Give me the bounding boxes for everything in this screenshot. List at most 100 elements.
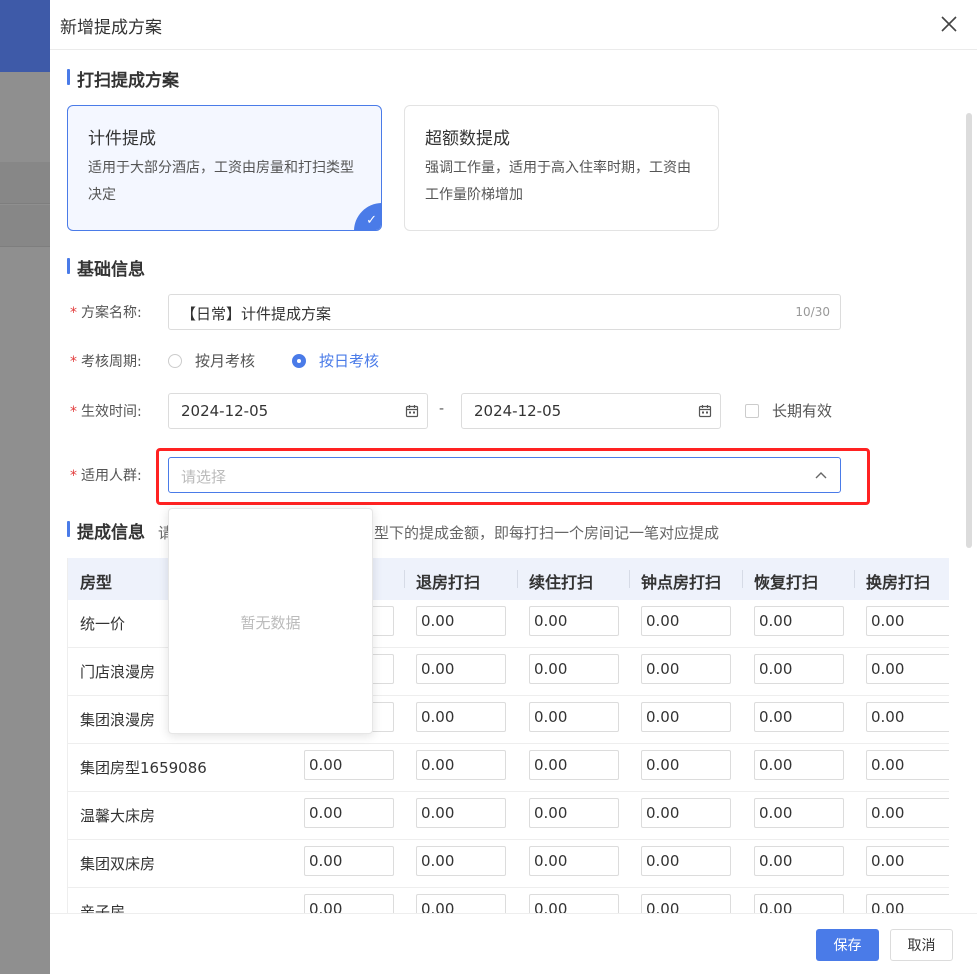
commission-input[interactable]: 0.00 bbox=[641, 894, 731, 913]
date-separator: - bbox=[439, 401, 445, 417]
crowd-select[interactable]: 请选择 bbox=[168, 457, 841, 493]
effective-time-label: * 生效时间: bbox=[70, 401, 142, 421]
start-date-input[interactable]: 2024-12-05 bbox=[168, 393, 428, 429]
commission-input[interactable]: 0.00 bbox=[866, 894, 949, 913]
commission-input[interactable]: 0.00 bbox=[641, 846, 731, 876]
commission-input[interactable]: 0.00 bbox=[641, 606, 731, 636]
save-button[interactable]: 保存 bbox=[816, 929, 879, 961]
commission-input[interactable]: 0.00 bbox=[641, 702, 731, 732]
commission-input[interactable]: 0.00 bbox=[529, 654, 619, 684]
commission-input[interactable]: 0.00 bbox=[866, 798, 949, 828]
commission-input[interactable]: 0.00 bbox=[866, 606, 949, 636]
header-stay-clean: 续住打扫 bbox=[529, 573, 594, 592]
room-type-name: 集团房型1659086 bbox=[80, 759, 207, 777]
commission-input[interactable]: 0.00 bbox=[754, 798, 844, 828]
commission-input[interactable]: 0.00 bbox=[416, 750, 506, 780]
required-mark: * bbox=[70, 404, 77, 420]
commission-input[interactable]: 0.00 bbox=[529, 894, 619, 913]
close-button[interactable] bbox=[939, 14, 959, 34]
commission-input[interactable]: 0.00 bbox=[641, 654, 731, 684]
commission-input[interactable]: 0.00 bbox=[416, 702, 506, 732]
period-radio-daily[interactable]: 按日考核 bbox=[292, 350, 379, 371]
plan-section-title: 打扫提成方案 bbox=[67, 66, 179, 91]
commission-input[interactable]: 0.00 bbox=[529, 702, 619, 732]
commission-input[interactable]: 0.00 bbox=[754, 846, 844, 876]
end-date-input[interactable]: 2024-12-05 bbox=[461, 393, 721, 429]
commission-input[interactable]: 0.00 bbox=[529, 606, 619, 636]
crowd-dropdown: 暂无数据 bbox=[168, 508, 373, 734]
commission-input[interactable]: 0.00 bbox=[866, 702, 949, 732]
header-divider bbox=[517, 570, 518, 588]
plan-name-input[interactable]: 【日常】计件提成方案 10/30 bbox=[168, 294, 841, 330]
plan-name-label-text: 方案名称: bbox=[81, 305, 142, 321]
commission-input[interactable]: 0.00 bbox=[866, 846, 949, 876]
commission-input[interactable]: 0.00 bbox=[754, 654, 844, 684]
plan-card-excess[interactable]: 超额数提成 强调工作量，适用于高入住率时期，工资由工作量阶梯增加 bbox=[404, 105, 719, 231]
commission-input[interactable]: 0.00 bbox=[754, 750, 844, 780]
commission-section-title: 提成信息 bbox=[67, 518, 145, 543]
commission-input[interactable]: 0.00 bbox=[754, 702, 844, 732]
required-mark: * bbox=[70, 354, 77, 370]
commission-input[interactable]: 0.00 bbox=[304, 750, 394, 780]
modal-title: 新增提成方案 bbox=[60, 18, 162, 38]
long-term-label: 长期有效 bbox=[772, 402, 833, 420]
header-room-type: 房型 bbox=[80, 573, 113, 592]
commission-input[interactable]: 0.00 bbox=[416, 654, 506, 684]
room-type-name: 门店浪漫房 bbox=[80, 663, 156, 681]
commission-input[interactable]: 0.00 bbox=[304, 894, 394, 913]
commission-input[interactable]: 0.00 bbox=[304, 846, 394, 876]
commission-input[interactable]: 0.00 bbox=[529, 750, 619, 780]
add-plan-modal: 新增提成方案 打扫提成方案 计件提成 适用于大部分酒店，工资由房量和打扫类型决定… bbox=[50, 0, 977, 974]
commission-input[interactable]: 0.00 bbox=[641, 798, 731, 828]
effective-time-label-text: 生效时间: bbox=[81, 404, 142, 420]
commission-input[interactable]: 0.00 bbox=[754, 894, 844, 913]
room-type-name: 统一价 bbox=[80, 615, 126, 633]
crowd-select-placeholder: 请选择 bbox=[181, 468, 227, 486]
header-divider bbox=[742, 570, 743, 588]
commission-input[interactable]: 0.00 bbox=[416, 894, 506, 913]
commission-input[interactable]: 0.00 bbox=[304, 798, 394, 828]
calendar-icon bbox=[405, 405, 419, 418]
crowd-label: * 适用人群: bbox=[70, 465, 142, 485]
start-date-value: 2024-12-05 bbox=[181, 402, 269, 420]
table-row: 亲子房 0.00 0.00 0.00 0.00 0.00 0.00 bbox=[68, 888, 949, 913]
commission-input[interactable]: 0.00 bbox=[416, 606, 506, 636]
commission-input[interactable]: 0.00 bbox=[529, 798, 619, 828]
header-checkout-clean: 退房打扫 bbox=[416, 573, 481, 592]
end-date-value: 2024-12-05 bbox=[474, 402, 562, 420]
commission-input[interactable]: 0.00 bbox=[416, 798, 506, 828]
period-option-label: 按月考核 bbox=[195, 352, 256, 370]
plan-name-value: 【日常】计件提成方案 bbox=[181, 305, 332, 323]
commission-input[interactable]: 0.00 bbox=[529, 846, 619, 876]
modal-footer: 保存 取消 bbox=[50, 913, 977, 974]
room-type-name: 集团双床房 bbox=[80, 855, 156, 873]
required-mark: * bbox=[70, 468, 77, 484]
plan-card-title: 超额数提成 bbox=[425, 129, 510, 149]
radio-dot bbox=[292, 353, 306, 368]
table-row: 集团房型1659086 0.00 0.00 0.00 0.00 0.00 0.00 bbox=[68, 744, 949, 792]
header-hourly-clean: 钟点房打扫 bbox=[641, 573, 722, 592]
period-radio-monthly[interactable]: 按月考核 bbox=[168, 350, 255, 371]
basic-section-title: 基础信息 bbox=[67, 255, 145, 280]
header-restore-clean: 恢复打扫 bbox=[754, 573, 819, 592]
plan-card-desc: 强调工作量，适用于高入住率时期，工资由工作量阶梯增加 bbox=[425, 160, 691, 203]
calendar-icon bbox=[698, 405, 712, 418]
long-term-checkbox[interactable]: 长期有效 bbox=[745, 400, 832, 421]
modal-body: 打扫提成方案 计件提成 适用于大部分酒店，工资由房量和打扫类型决定 ✓ 超额数提… bbox=[50, 51, 977, 913]
commission-input[interactable]: 0.00 bbox=[754, 606, 844, 636]
checkbox-box bbox=[745, 403, 759, 418]
table-row: 集团双床房 0.00 0.00 0.00 0.00 0.00 0.00 bbox=[68, 840, 949, 888]
plan-card-piecework[interactable]: 计件提成 适用于大部分酒店，工资由房量和打扫类型决定 ✓ bbox=[67, 105, 382, 231]
chevron-up-icon bbox=[815, 472, 827, 479]
cancel-button[interactable]: 取消 bbox=[890, 929, 953, 961]
modal-header: 新增提成方案 bbox=[50, 0, 977, 50]
commission-input[interactable]: 0.00 bbox=[866, 654, 949, 684]
commission-input[interactable]: 0.00 bbox=[866, 750, 949, 780]
crowd-label-text: 适用人群: bbox=[81, 468, 142, 484]
commission-input[interactable]: 0.00 bbox=[641, 750, 731, 780]
commission-hint: 型下的提成金额，即每打扫一个房间记一笔对应提成 bbox=[374, 524, 720, 542]
commission-input[interactable]: 0.00 bbox=[416, 846, 506, 876]
period-label-text: 考核周期: bbox=[81, 354, 142, 370]
required-mark: * bbox=[70, 305, 77, 321]
scrollbar[interactable] bbox=[966, 113, 972, 548]
